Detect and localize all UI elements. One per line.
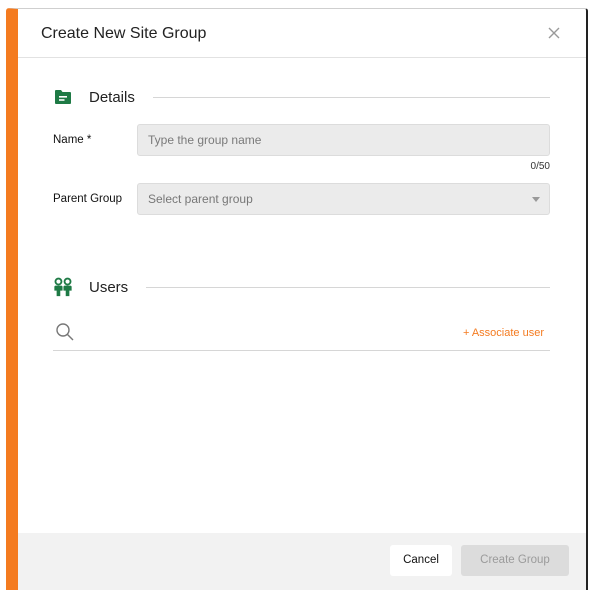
cancel-button[interactable]: Cancel [390,545,452,576]
character-counter: 0/50 [530,161,550,172]
parent-group-label: Parent Group [53,193,123,205]
parent-group-select[interactable]: Select parent group [137,183,550,215]
group-name-input[interactable] [137,124,550,156]
close-icon[interactable] [544,23,564,43]
search-icon[interactable] [55,322,75,342]
users-heading: Users [89,278,129,296]
divider [152,96,550,98]
details-section-header: Details [53,85,550,109]
chevron-down-icon [532,197,540,202]
users-section-header: Users [53,275,550,299]
name-label: Name * [53,134,92,146]
create-site-group-dialog: Create New Site Group Details Name * 0/5… [6,8,588,593]
users-icon [53,277,73,297]
folder-icon [53,87,73,107]
divider [146,286,550,288]
parent-group-placeholder: Select parent group [148,192,253,206]
user-search-bar[interactable]: + Associate user [53,318,550,351]
page-edge [588,0,596,597]
dialog-title: Create New Site Group [41,25,207,42]
details-heading: Details [89,88,135,106]
create-group-button[interactable]: Create Group [461,545,569,576]
page-edge [0,590,596,597]
dialog-footer: Cancel Create Group [18,533,586,591]
dialog-header: Create New Site Group [18,9,586,58]
associate-user-link[interactable]: + Associate user [463,327,544,339]
page-edge [0,0,596,8]
